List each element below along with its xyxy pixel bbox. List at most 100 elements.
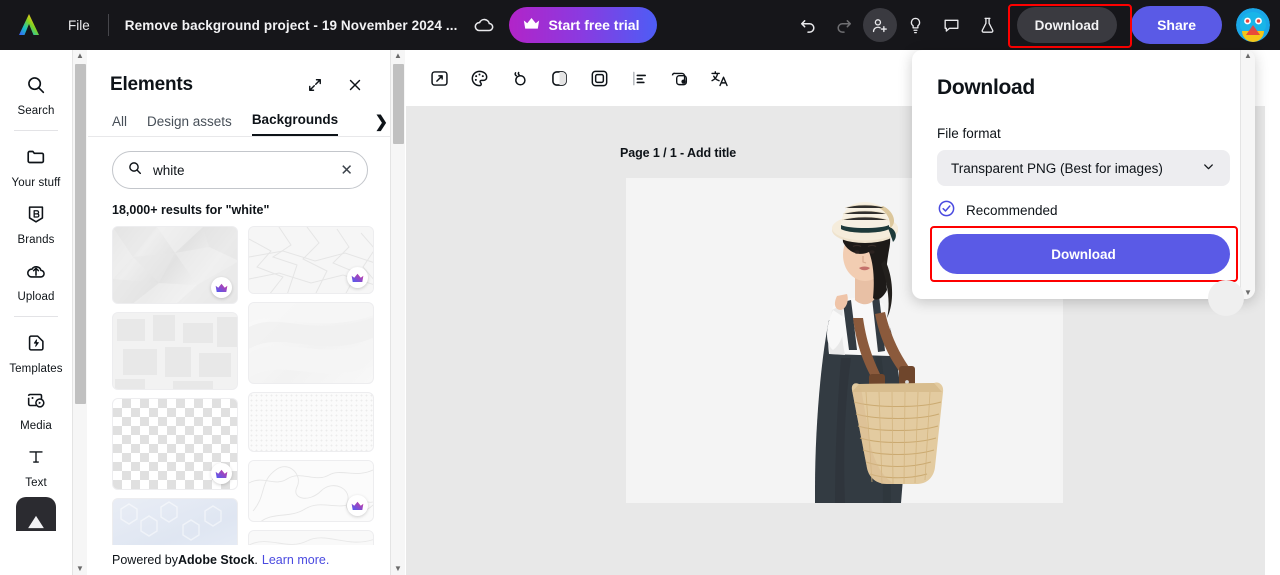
- sidebar-item-apps-partial[interactable]: [16, 497, 56, 531]
- sidebar-item-brands[interactable]: Brands: [4, 195, 68, 252]
- sidebar-label: Templates: [9, 363, 63, 375]
- sidebar-label: Upload: [17, 291, 55, 303]
- user-avatar[interactable]: [1236, 8, 1270, 42]
- undo-icon[interactable]: [791, 8, 825, 42]
- file-format-value: Transparent PNG (Best for images): [951, 160, 1163, 176]
- pro-crown-badge: [347, 495, 368, 516]
- file-menu[interactable]: File: [58, 12, 100, 39]
- download-dialog: Download File format Transparent PNG (Be…: [912, 50, 1255, 299]
- search-input[interactable]: [153, 162, 331, 178]
- add-person-icon[interactable]: [862, 8, 897, 42]
- chevron-right-icon[interactable]: ❯: [370, 112, 388, 132]
- recommended-row: Recommended: [937, 199, 1230, 221]
- canva-logo-icon[interactable]: [0, 12, 58, 38]
- panel-header-actions: [302, 72, 368, 98]
- cloud-sync-icon[interactable]: [473, 14, 495, 36]
- panel-footer: Powered by Adobe Stock . Learn more.: [88, 545, 390, 575]
- download-confirm-button[interactable]: Download: [937, 234, 1230, 274]
- sidebar-item-search[interactable]: Search: [4, 66, 68, 123]
- tab-backgrounds[interactable]: Backgrounds: [251, 112, 339, 136]
- rail-scrollbar[interactable]: ▲ ▼: [72, 50, 87, 575]
- tab-all[interactable]: All: [112, 114, 127, 136]
- search-box[interactable]: ✕: [112, 151, 368, 189]
- file-format-label: File format: [937, 126, 1001, 141]
- search-icon: [25, 74, 47, 101]
- elements-panel-header: Elements: [88, 50, 390, 98]
- frame-icon[interactable]: [582, 61, 616, 95]
- sidebar-item-upload[interactable]: Upload: [4, 252, 68, 309]
- chevron-down-icon: [1201, 159, 1216, 177]
- check-circle-icon: [937, 199, 956, 221]
- canva-editor-window: File Remove background project - 19 Nove…: [0, 0, 1280, 575]
- flask-icon[interactable]: [971, 8, 1005, 42]
- comment-icon[interactable]: [935, 8, 969, 42]
- trial-label: Start free trial: [548, 17, 640, 33]
- thumbnail-item[interactable]: [248, 226, 374, 294]
- expand-diagonal-icon[interactable]: [302, 72, 328, 98]
- edit-image-icon[interactable]: [422, 61, 456, 95]
- thumbnail-item[interactable]: [112, 226, 238, 304]
- rail-divider-1: [14, 130, 58, 131]
- media-icon: [25, 389, 47, 416]
- footer-period: .: [254, 553, 258, 567]
- scroll-up-arrow[interactable]: ▲: [394, 52, 402, 60]
- page-title-label[interactable]: Page 1 / 1 - Add title: [620, 146, 736, 160]
- cutout-icon[interactable]: [502, 61, 536, 95]
- download-button[interactable]: Download: [1016, 7, 1118, 43]
- close-icon[interactable]: [342, 72, 368, 98]
- upload-cloud-icon: [25, 260, 47, 287]
- tab-design-assets[interactable]: Design assets: [147, 114, 232, 136]
- folder-icon: [25, 146, 47, 173]
- thumbnail-item[interactable]: [248, 460, 374, 522]
- download-button-wrapper: Download: [1007, 4, 1132, 48]
- file-format-select[interactable]: Transparent PNG (Best for images): [937, 150, 1230, 186]
- thumbnail-item[interactable]: [112, 398, 238, 490]
- learn-more-link[interactable]: Learn more.: [262, 553, 329, 567]
- position-align-icon[interactable]: [622, 61, 656, 95]
- results-grid: [112, 226, 374, 560]
- start-free-trial-button[interactable]: Start free trial: [509, 7, 658, 43]
- rail-divider-2: [14, 316, 58, 317]
- scroll-down-arrow[interactable]: ▼: [76, 565, 84, 573]
- sidebar-label: Your stuff: [11, 177, 61, 189]
- pro-crown-badge: [347, 267, 368, 288]
- color-palette-icon[interactable]: [462, 61, 496, 95]
- lightbulb-icon[interactable]: [899, 8, 933, 42]
- pro-crown-badge: [211, 463, 232, 484]
- sidebar-item-text[interactable]: Text: [4, 438, 68, 495]
- redo-icon[interactable]: [827, 8, 861, 42]
- thumbnail-item[interactable]: [248, 392, 374, 452]
- scroll-down-arrow[interactable]: ▼: [1244, 289, 1252, 297]
- scroll-down-arrow[interactable]: ▼: [394, 565, 402, 573]
- scroll-up-arrow[interactable]: ▲: [76, 52, 84, 60]
- panel-scroll-thumb[interactable]: [393, 64, 404, 144]
- pro-crown-badge: [211, 277, 232, 298]
- sidebar-item-your-stuff[interactable]: Your stuff: [4, 138, 68, 195]
- translate-icon[interactable]: [702, 61, 736, 95]
- download-dialog-scrollbar[interactable]: ▲ ▼: [1240, 50, 1255, 299]
- document-title[interactable]: Remove background project - 19 November …: [117, 12, 466, 39]
- sidebar-label: Media: [20, 420, 52, 432]
- sidebar-label: Search: [17, 105, 55, 117]
- thumbnail-item[interactable]: [248, 302, 374, 384]
- share-button[interactable]: Share: [1131, 6, 1222, 44]
- scroll-up-arrow[interactable]: ▲: [1244, 52, 1252, 60]
- sidebar-item-media[interactable]: Media: [4, 381, 68, 438]
- top-bar: File Remove background project - 19 Nove…: [0, 0, 1280, 50]
- duplicate-layers-icon[interactable]: [662, 61, 696, 95]
- elements-panel-scrollbar[interactable]: ▲ ▼: [390, 50, 405, 575]
- recommended-label: Recommended: [966, 202, 1058, 218]
- powered-by-text: Powered by: [112, 553, 179, 567]
- crop-shape-icon[interactable]: [542, 61, 576, 95]
- adobe-stock-brand: Adobe Stock: [178, 553, 255, 567]
- zoom-control-partial[interactable]: [1208, 280, 1244, 316]
- thumbnail-item[interactable]: [112, 312, 238, 390]
- sidebar-label: Brands: [17, 234, 55, 246]
- sidebar-item-templates[interactable]: Templates: [4, 324, 68, 381]
- elements-panel: Elements All Design assets Backgrounds ❯: [88, 50, 390, 575]
- templates-icon: [25, 332, 47, 359]
- download-dialog-title: Download: [937, 76, 1035, 99]
- search-icon: [127, 160, 143, 181]
- clear-x-icon[interactable]: ✕: [340, 163, 353, 178]
- rail-scroll-thumb[interactable]: [75, 64, 86, 404]
